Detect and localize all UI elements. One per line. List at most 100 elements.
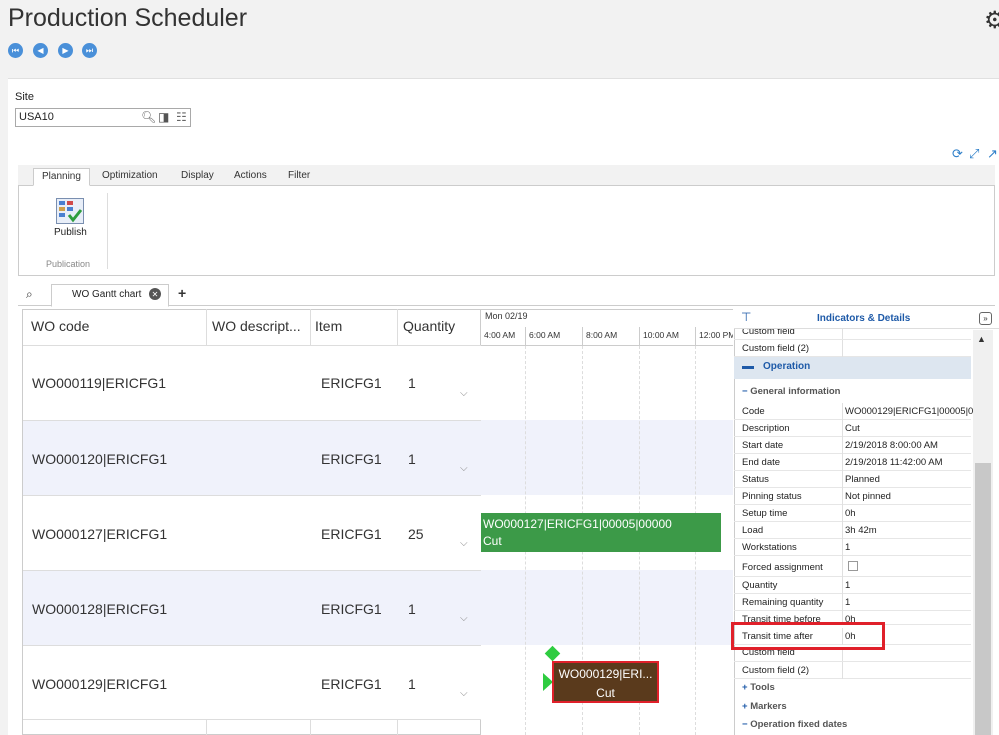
- divider: [525, 327, 526, 345]
- property-value[interactable]: 3h 42m: [845, 525, 877, 536]
- markers-section[interactable]: + Markers: [742, 701, 787, 712]
- property-name: Forced assignment: [742, 562, 823, 573]
- gantt-time-tick: 12:00 PM: [699, 330, 733, 340]
- property-name: Custom field (2): [742, 665, 810, 676]
- gantt-time-tick: 4:00 AM: [484, 330, 516, 340]
- cell-quantity[interactable]: 1: [408, 601, 416, 617]
- property-value[interactable]: 2/19/2018 11:42:00 AM: [845, 457, 943, 468]
- cell-item: ERICFG1: [321, 375, 382, 391]
- pin-icon[interactable]: ⊤: [741, 310, 751, 324]
- property-value[interactable]: 0h: [845, 508, 856, 519]
- collapse-icon[interactable]: [742, 366, 754, 369]
- property-name: Load: [742, 525, 764, 536]
- section-label: Operation fixed dates: [750, 719, 848, 730]
- property-name: Quantity: [742, 580, 778, 591]
- general-information-section[interactable]: − General information: [742, 386, 840, 397]
- publish-icon[interactable]: [56, 198, 84, 224]
- property-name: Custom field (2): [742, 343, 810, 354]
- property-value[interactable]: 2/19/2018 8:00:00 AM: [845, 440, 938, 451]
- add-tab-icon[interactable]: +: [178, 285, 186, 301]
- operation-fixed-dates-section[interactable]: − Operation fixed dates: [742, 719, 847, 730]
- chevron-down-icon[interactable]: ⌵: [460, 613, 468, 624]
- property-value[interactable]: Not pinned: [845, 491, 891, 502]
- property-row: Workstations 1: [734, 539, 971, 556]
- fullscreen-icon[interactable]: ⤢: [969, 146, 979, 162]
- refresh-icon[interactable]: ⟳: [952, 146, 963, 162]
- property-name: End date: [742, 457, 781, 468]
- gantt-bar-operation: Cut: [483, 534, 502, 548]
- chevron-down-icon[interactable]: ⌵: [460, 538, 468, 549]
- section-label: Tools: [750, 682, 775, 693]
- search-icon[interactable]: 🔍︎: [141, 110, 156, 124]
- gantt-time-tick: 8:00 AM: [586, 330, 618, 340]
- gantt-date-header: Mon 02/19: [485, 311, 528, 321]
- property-row: Status Planned: [734, 471, 971, 488]
- cell-quantity[interactable]: 1: [408, 375, 416, 391]
- gantt-bar-wo000127[interactable]: WO000127|ERICFG1|00005|00000 Cut: [481, 513, 721, 552]
- highlight-box: [731, 622, 885, 650]
- cell-wo-code: WO000129|ERICFG1: [32, 676, 168, 692]
- site-value[interactable]: USA10: [19, 111, 54, 123]
- publish-button[interactable]: Publish: [54, 227, 87, 238]
- property-name: Custom field: [742, 329, 795, 337]
- cell-item: ERICFG1: [321, 676, 382, 692]
- tools-section[interactable]: + Tools: [742, 682, 775, 693]
- ribbon-group-label: Publication: [46, 259, 91, 269]
- search-icon[interactable]: ⌕: [26, 287, 33, 302]
- forced-assignment-checkbox[interactable]: [848, 561, 858, 571]
- property-value[interactable]: Cut: [845, 423, 860, 434]
- property-row: Pinning status Not pinned: [734, 488, 971, 505]
- column-header-wo-code[interactable]: WO code: [31, 318, 89, 334]
- cell-quantity[interactable]: 1: [408, 676, 416, 692]
- column-header-item[interactable]: Item: [315, 318, 342, 334]
- cell-wo-code: WO000120|ERICFG1: [32, 451, 168, 467]
- chevron-down-icon[interactable]: ⌵: [460, 688, 468, 699]
- previous-record-icon[interactable]: ◀: [33, 43, 48, 58]
- property-row: Custom field: [734, 329, 971, 340]
- property-name: Workstations: [742, 542, 797, 553]
- property-name: Remaining quantity: [742, 597, 824, 608]
- property-value[interactable]: Planned: [845, 474, 880, 485]
- property-value[interactable]: 1: [845, 542, 850, 553]
- tab-optimization[interactable]: Optimization: [94, 168, 166, 183]
- details-list-icon[interactable]: ☷: [176, 110, 187, 124]
- property-name: Code: [742, 406, 765, 417]
- scroll-up-icon[interactable]: ▲: [977, 334, 986, 344]
- open-external-icon[interactable]: ↗: [987, 146, 998, 162]
- next-record-icon[interactable]: ▶: [58, 43, 73, 58]
- property-row: Start date 2/19/2018 8:00:00 AM: [734, 437, 971, 454]
- gantt-bar-wo000129[interactable]: WO000129|ERI... Cut: [552, 661, 659, 703]
- tab-planning[interactable]: Planning: [33, 168, 90, 186]
- last-record-icon[interactable]: ⏭: [82, 43, 97, 58]
- site-label: Site: [15, 91, 34, 103]
- close-icon[interactable]: ✕: [149, 288, 161, 300]
- tab-actions[interactable]: Actions: [226, 168, 275, 183]
- property-row: Load 3h 42m: [734, 522, 971, 539]
- cell-wo-code: WO000128|ERICFG1: [32, 601, 168, 617]
- selection-icon[interactable]: ◨: [158, 110, 169, 124]
- cell-quantity[interactable]: 25: [408, 526, 424, 542]
- cell-item: ERICFG1: [321, 451, 382, 467]
- property-value[interactable]: 1: [845, 580, 850, 591]
- first-record-icon[interactable]: ⏮: [8, 43, 23, 58]
- property-value[interactable]: WO000129|ERICFG1|00005|0: [845, 406, 973, 417]
- column-header-wo-description[interactable]: WO descript...: [212, 318, 301, 334]
- tab-display[interactable]: Display: [173, 168, 222, 183]
- property-value[interactable]: 1: [845, 597, 850, 608]
- column-header-quantity[interactable]: Quantity: [403, 318, 455, 334]
- cell-quantity[interactable]: 1: [408, 451, 416, 467]
- property-row: Remaining quantity 1: [734, 594, 971, 611]
- chevron-down-icon[interactable]: ⌵: [460, 388, 468, 399]
- scrollbar-thumb[interactable]: [975, 463, 991, 735]
- property-row: Setup time 0h: [734, 505, 971, 522]
- chevron-down-icon[interactable]: ⌵: [460, 463, 468, 474]
- operation-section-label[interactable]: Operation: [763, 361, 810, 372]
- divider: [695, 327, 696, 345]
- divider: [639, 327, 640, 345]
- property-row: Custom field (2): [734, 340, 971, 357]
- gantt-time-tick: 6:00 AM: [529, 330, 561, 340]
- tab-filter[interactable]: Filter: [280, 168, 318, 183]
- expand-panel-icon[interactable]: »: [979, 312, 992, 325]
- tab-label[interactable]: WO Gantt chart: [72, 289, 141, 300]
- gear-icon[interactable]: ⚙: [984, 6, 999, 35]
